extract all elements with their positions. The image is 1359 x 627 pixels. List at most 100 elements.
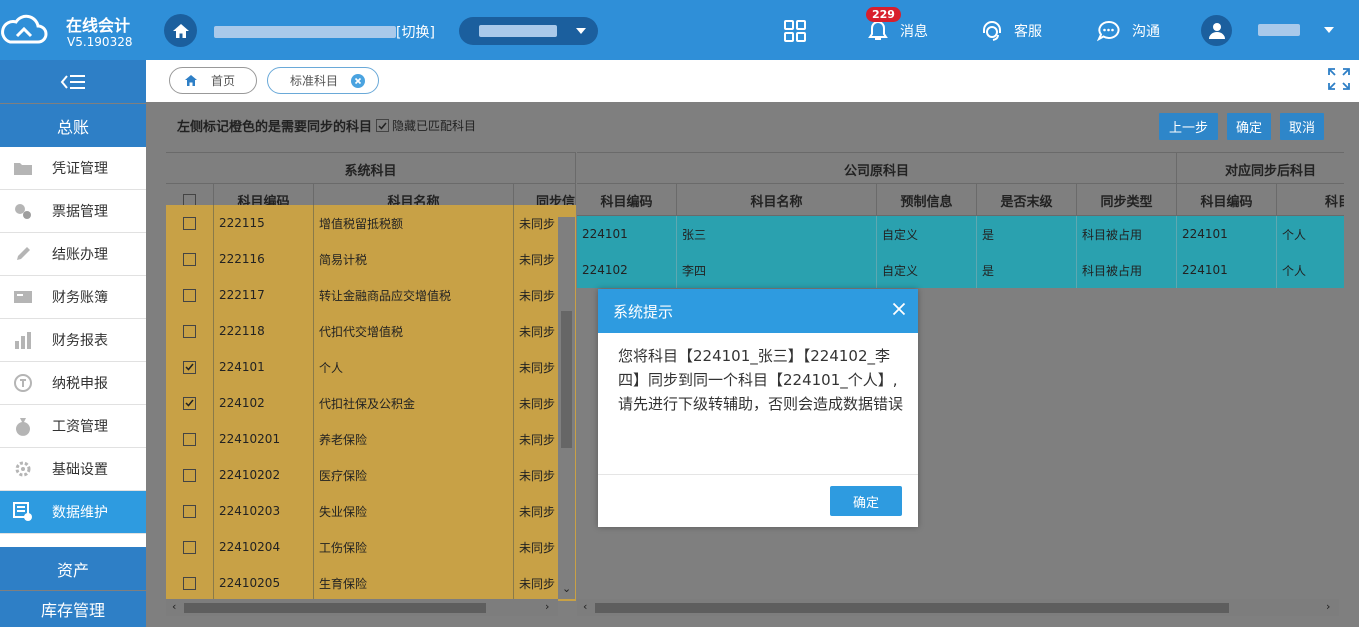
table-row[interactable]: 224102 李四 自定义是科目被占用 224101 个人 — [577, 252, 1344, 288]
chat-button[interactable]: 沟通 — [1097, 17, 1160, 45]
table-row[interactable]: 222117 转让金融商品应交增值税 未同步 — [166, 277, 576, 313]
row-checkbox[interactable] — [183, 360, 196, 374]
sidebar-item-settings[interactable]: 基础设置 — [0, 448, 146, 491]
chat-label: 沟通 — [1132, 24, 1160, 40]
scroll-thumb[interactable] — [561, 311, 572, 448]
sidebar-item-vouchers[interactable]: 凭证管理 — [0, 147, 146, 190]
row-checkbox[interactable] — [183, 324, 196, 338]
table-row[interactable]: 222115 增值税留抵税额 未同步 — [166, 205, 576, 241]
account-name-cell: 代扣代交增值税 — [314, 313, 514, 349]
table-row[interactable]: 222118 代扣代交增值税 未同步 — [166, 313, 576, 349]
cancel-button[interactable]: 取消 — [1280, 113, 1324, 140]
close-tab-icon[interactable] — [351, 73, 366, 88]
hide-matched-label: 隐藏已匹配科目 — [392, 119, 477, 133]
home-button[interactable] — [164, 14, 197, 47]
header-name[interactable]: 科目名称 — [677, 184, 877, 216]
scroll-left-arrow-icon[interactable]: ‹ — [583, 600, 587, 613]
sidebar-item-ledgers[interactable]: 财务账簿 — [0, 276, 146, 319]
row-checkbox[interactable] — [183, 432, 196, 446]
sync-hint-text: 左侧标记橙色的是需要同步的科目 — [177, 120, 373, 135]
dialog-header: 系统提示 — [598, 289, 918, 333]
chat-bubble-icon — [1097, 20, 1120, 42]
table-row[interactable]: 224101 个人 未同步 — [166, 349, 576, 385]
header-preset[interactable]: 预制信息 — [877, 184, 977, 216]
tab-bar: 首页 标准科目 — [146, 60, 1359, 102]
row-select-cell — [166, 385, 214, 421]
dialog-ok-button[interactable]: 确定 — [830, 486, 902, 516]
period-select[interactable] — [459, 17, 598, 45]
row-checkbox[interactable] — [183, 504, 196, 518]
table-row[interactable]: 222116 简易计税 未同步 — [166, 241, 576, 277]
check-icon — [185, 363, 194, 371]
header-sync-type[interactable]: 同步类型 — [1077, 184, 1177, 216]
account-name-cell: 增值税留抵税额 — [314, 205, 514, 241]
scroll-thumb[interactable] — [595, 603, 1229, 613]
table-row[interactable]: 224101 张三 自定义是科目被占用 224101 个人 — [577, 216, 1344, 252]
prev-step-button[interactable]: 上一步 — [1159, 113, 1218, 140]
scroll-right-arrow-icon[interactable]: › — [1326, 600, 1330, 613]
gear-icon — [15, 461, 30, 477]
account-code-cell: 222115 — [214, 205, 314, 241]
header-is-leaf[interactable]: 是否末级 — [977, 184, 1077, 216]
sidebar-item-reports[interactable]: 财务报表 — [0, 319, 146, 362]
fullscreen-icon[interactable] — [1327, 67, 1351, 91]
sidebar-item-data-maintenance[interactable]: 数据维护 — [0, 491, 146, 534]
company-accounts-group-header: 公司原科目 对应同步后科目 — [577, 152, 1344, 185]
switch-company-link[interactable]: [切换] — [396, 22, 435, 42]
user-menu-caret-icon[interactable] — [1324, 27, 1334, 33]
target-name-cell: 个人 — [1277, 252, 1344, 288]
scroll-left-arrow-icon[interactable]: ‹ — [172, 600, 176, 613]
header-target-code[interactable]: 科目编码 — [1177, 184, 1277, 216]
table-row[interactable]: 22410203 失业保险 未同步 — [166, 493, 576, 529]
tab-home[interactable]: 首页 — [169, 67, 257, 94]
table-row[interactable]: 22410205 生育保险 未同步 — [166, 565, 576, 601]
left-vertical-scrollbar[interactable]: ⌄ — [558, 217, 575, 599]
account-code-cell: 224102 — [214, 385, 314, 421]
scroll-right-arrow-icon[interactable]: › — [545, 600, 549, 613]
section-general-ledger[interactable]: 总账 — [0, 104, 146, 147]
row-checkbox[interactable] — [183, 576, 196, 590]
header-target-name[interactable]: 科目名称 — [1277, 184, 1344, 216]
account-name-cell: 简易计税 — [314, 241, 514, 277]
row-checkbox[interactable] — [183, 288, 196, 302]
group-header-original: 公司原科目 — [577, 153, 1177, 185]
section-inventory[interactable]: 库存管理 — [0, 591, 146, 627]
sidebar-item-invoices[interactable]: 票据管理 — [0, 190, 146, 233]
avatar[interactable] — [1201, 15, 1232, 46]
home-icon — [172, 23, 189, 38]
scroll-down-arrow-icon[interactable]: ⌄ — [562, 582, 571, 595]
service-button[interactable]: 客服 — [980, 17, 1042, 45]
sidebar-item-label: 财务报表 — [52, 333, 108, 349]
row-checkbox[interactable] — [183, 396, 196, 410]
confirm-button[interactable]: 确定 — [1227, 113, 1271, 140]
table-row[interactable]: 22410201 养老保险 未同步 — [166, 421, 576, 457]
tab-standard-accounts[interactable]: 标准科目 — [267, 67, 379, 94]
account-name-cell: 失业保险 — [314, 493, 514, 529]
row-checkbox[interactable] — [183, 252, 196, 266]
row-checkbox[interactable] — [183, 216, 196, 230]
close-dialog-icon[interactable] — [892, 302, 906, 316]
account-name-cell: 个人 — [314, 349, 514, 385]
system-accounts-group-header: 系统科目 — [166, 152, 576, 185]
sidebar-item-payroll[interactable]: 工资管理 — [0, 405, 146, 448]
section-assets[interactable]: 资产 — [0, 547, 146, 590]
top-bar: 在线会计 V5.190328 [切换] 消息 229 客服 沟通 — [0, 0, 1359, 60]
sidebar-item-tax[interactable]: 纳税申报 — [0, 362, 146, 405]
table-row[interactable]: 22410204 工伤保险 未同步 — [166, 529, 576, 565]
row-checkbox[interactable] — [183, 540, 196, 554]
hide-matched-checkbox[interactable] — [376, 119, 390, 132]
sidebar-item-label: 票据管理 — [52, 204, 108, 220]
header-code[interactable]: 科目编码 — [577, 184, 677, 216]
apps-grid-button[interactable] — [784, 17, 806, 45]
table-row[interactable]: 224102 代扣社保及公积金 未同步 — [166, 385, 576, 421]
row-select-cell — [166, 205, 214, 241]
sidebar-item-closing[interactable]: 结账办理 — [0, 233, 146, 276]
left-horizontal-scrollbar[interactable]: ‹ › — [166, 599, 558, 616]
collapse-sidebar-button[interactable] — [0, 60, 146, 103]
table-row[interactable]: 22410202 医疗保险 未同步 — [166, 457, 576, 493]
check-icon — [378, 122, 387, 130]
redacted-company-text — [214, 26, 396, 38]
scroll-thumb[interactable] — [184, 603, 486, 613]
right-horizontal-scrollbar[interactable]: ‹ › — [577, 599, 1339, 616]
row-checkbox[interactable] — [183, 468, 196, 482]
